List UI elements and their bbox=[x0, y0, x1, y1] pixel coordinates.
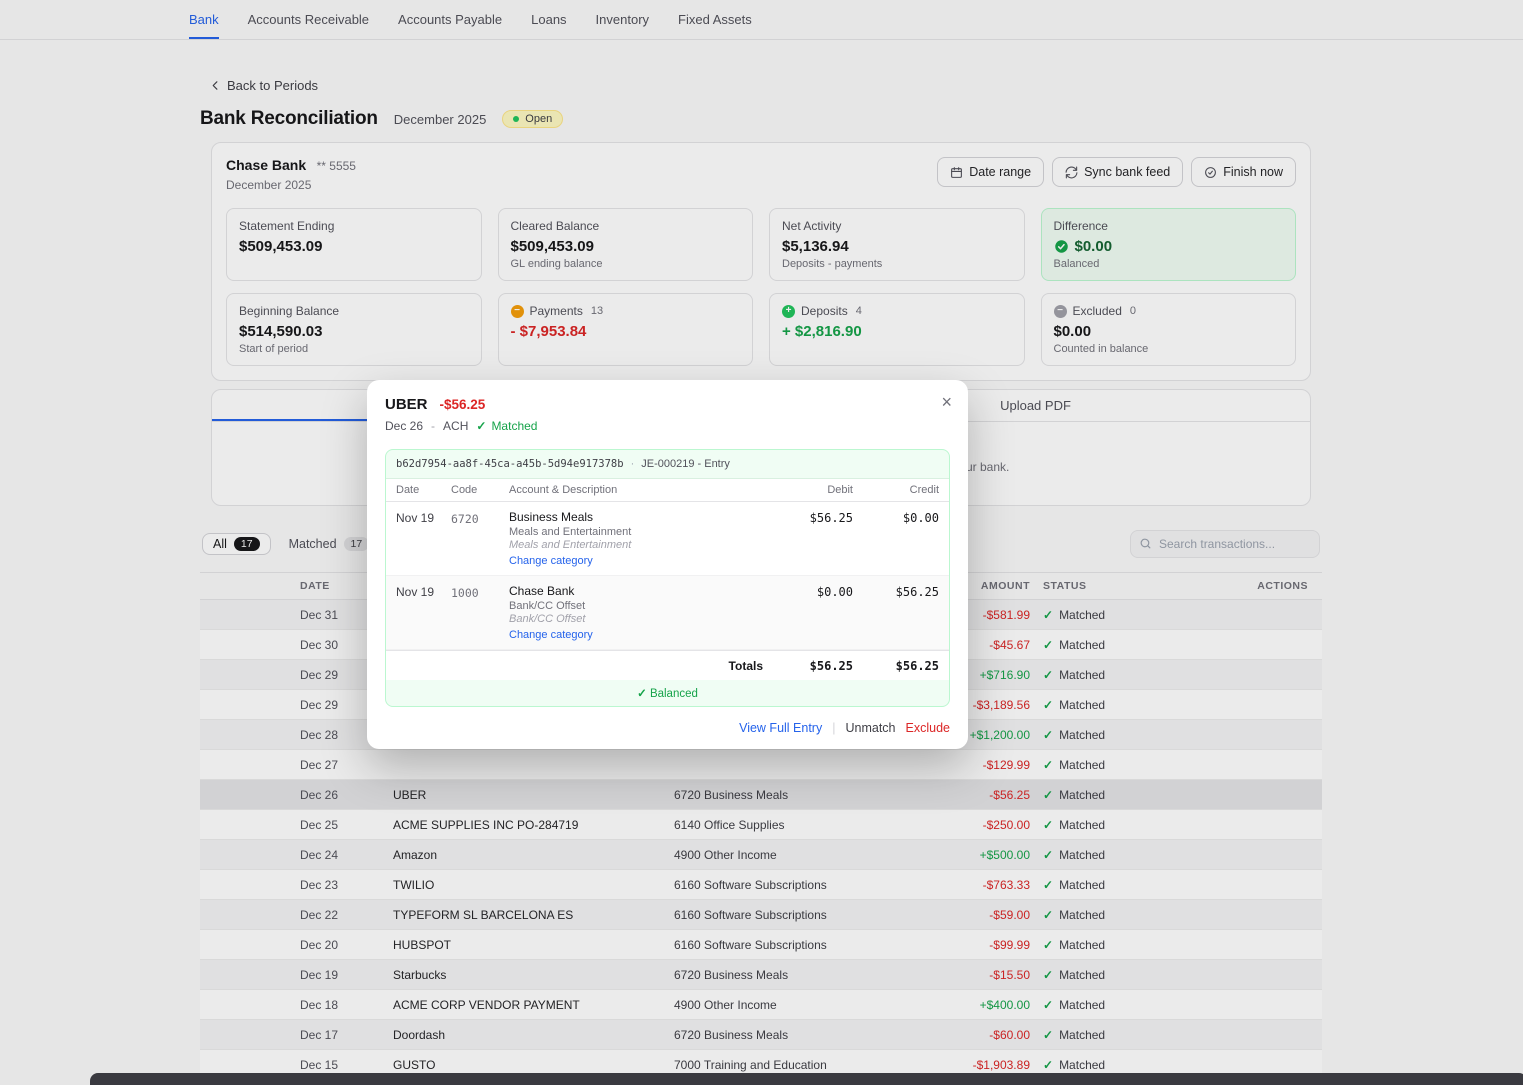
id-separator-dot: · bbox=[630, 458, 635, 470]
modal-vendor: UBER bbox=[385, 396, 428, 413]
journal-entry-table-header: Date Code Account & Description Debit Cr… bbox=[386, 479, 949, 502]
modal-method: ACH bbox=[443, 419, 469, 433]
exclude-button[interactable]: Exclude bbox=[906, 721, 950, 735]
journal-entry-totals: Totals $56.25 $56.25 bbox=[386, 650, 949, 680]
journal-entry-table: Date Code Account & Description Debit Cr… bbox=[386, 478, 949, 680]
balanced-label: Balanced bbox=[649, 688, 698, 700]
change-category-link[interactable]: Change category bbox=[509, 629, 763, 641]
account-detail: Bank/CC Offset bbox=[509, 613, 586, 625]
account-name: Business Meals bbox=[509, 510, 594, 524]
line-debit: $0.00 bbox=[816, 585, 853, 599]
journal-entry-id-row: b62d7954-aa8f-45ca-a45b-5d94e917378b · J… bbox=[386, 450, 949, 478]
totals-credit: $56.25 bbox=[895, 659, 939, 673]
account-code: 6720 bbox=[451, 512, 479, 526]
modal-date: Dec 26 bbox=[385, 419, 424, 433]
modal-amount: -$56.25 bbox=[439, 397, 486, 412]
modal-matched-status: ✓ Matched bbox=[476, 419, 537, 433]
journal-entry-ref: JE-000219 - Entry bbox=[641, 458, 730, 470]
je-header-date: Date bbox=[396, 484, 420, 496]
journal-entry-box: b62d7954-aa8f-45ca-a45b-5d94e917378b · J… bbox=[385, 449, 950, 707]
subtitle-dash: - bbox=[431, 419, 436, 433]
je-header-account: Account & Description bbox=[509, 484, 618, 496]
unmatch-button[interactable]: Unmatch bbox=[845, 721, 895, 735]
change-category-link[interactable]: Change category bbox=[509, 555, 763, 567]
line-credit: $0.00 bbox=[902, 511, 939, 525]
totals-debit: $56.25 bbox=[809, 659, 853, 673]
account-detail: Meals and Entertainment bbox=[509, 539, 632, 551]
transaction-detail-modal: × UBER -$56.25 Dec 26 - ACH ✓ Matched b6… bbox=[367, 380, 968, 749]
account-sub: Meals and Entertainment bbox=[509, 526, 632, 538]
view-full-entry-link[interactable]: View Full Entry bbox=[739, 721, 822, 735]
je-header-debit: Debit bbox=[827, 484, 853, 496]
account-code: 1000 bbox=[451, 586, 479, 600]
je-header-credit: Credit bbox=[909, 484, 939, 496]
balanced-check-icon: ✓ bbox=[637, 688, 647, 700]
line-debit: $56.25 bbox=[809, 511, 853, 525]
journal-entry-id: b62d7954-aa8f-45ca-a45b-5d94e917378b bbox=[396, 458, 624, 470]
footer-separator: | bbox=[832, 721, 836, 735]
modal-status-label: Matched bbox=[491, 419, 538, 433]
modal-title-row: UBER -$56.25 bbox=[385, 396, 950, 413]
journal-entry-line: Nov 19 6720 Business Meals Meals and Ent… bbox=[386, 502, 949, 576]
modal-subtitle: Dec 26 - ACH ✓ Matched bbox=[385, 419, 950, 433]
account-sub: Bank/CC Offset bbox=[509, 600, 586, 612]
matched-check-icon: ✓ bbox=[476, 419, 487, 433]
line-credit: $56.25 bbox=[895, 585, 939, 599]
balanced-indicator: ✓ Balanced bbox=[386, 680, 949, 706]
je-header-code: Code bbox=[451, 484, 478, 496]
close-icon[interactable]: × bbox=[941, 392, 952, 413]
modal-footer: View Full Entry | Unmatch Exclude bbox=[385, 721, 950, 735]
journal-entry-line: Nov 19 1000 Chase Bank Bank/CC Offset Ba… bbox=[386, 576, 949, 650]
account-name: Chase Bank bbox=[509, 584, 575, 598]
totals-label: Totals bbox=[728, 658, 763, 673]
